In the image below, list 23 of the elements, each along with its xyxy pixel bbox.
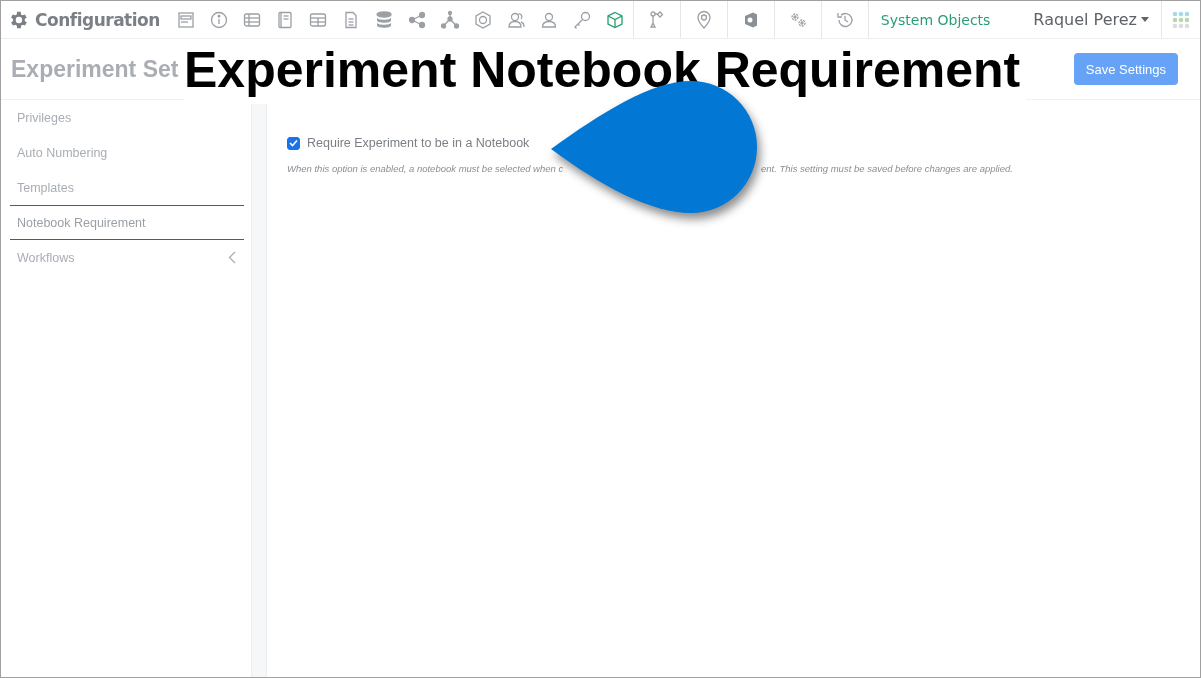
database-icon[interactable]	[373, 9, 394, 30]
sidebar-item[interactable]: Auto Numbering	[10, 135, 244, 170]
description-text: ent. This setting must be saved before changes are applied.	[761, 163, 1013, 174]
sidebar-item[interactable]: Templates	[10, 170, 244, 205]
checkbox-label: Require Experiment to be in a Notebook	[307, 136, 530, 150]
form-icon[interactable]	[175, 9, 196, 30]
user-menu[interactable]: Raquel Perez	[1033, 10, 1137, 29]
chevron-icon[interactable]	[228, 251, 236, 264]
sidebar-item[interactable]: Workflows	[10, 240, 244, 275]
system-objects-link[interactable]: System Objects	[867, 1, 1003, 38]
apps-grid-icon[interactable]	[1171, 9, 1191, 30]
share-icon[interactable]	[406, 9, 427, 30]
network-icon[interactable]	[439, 9, 460, 30]
hexagon-icon[interactable]	[472, 9, 493, 30]
cube-icon[interactable]	[604, 9, 625, 30]
description-text: When this option is enabled, a notebook must be selected when c	[287, 163, 564, 174]
sidebar-item[interactable]: Notebook Requirement	[10, 205, 244, 240]
app-title: Configuration	[35, 9, 160, 30]
caret-icon[interactable]	[1141, 17, 1149, 22]
save-settings-button[interactable]: Save Settings	[1073, 53, 1178, 85]
checkbox[interactable]	[287, 136, 300, 150]
page-heading: Experiment Set	[11, 55, 179, 83]
info-icon[interactable]	[208, 9, 229, 30]
